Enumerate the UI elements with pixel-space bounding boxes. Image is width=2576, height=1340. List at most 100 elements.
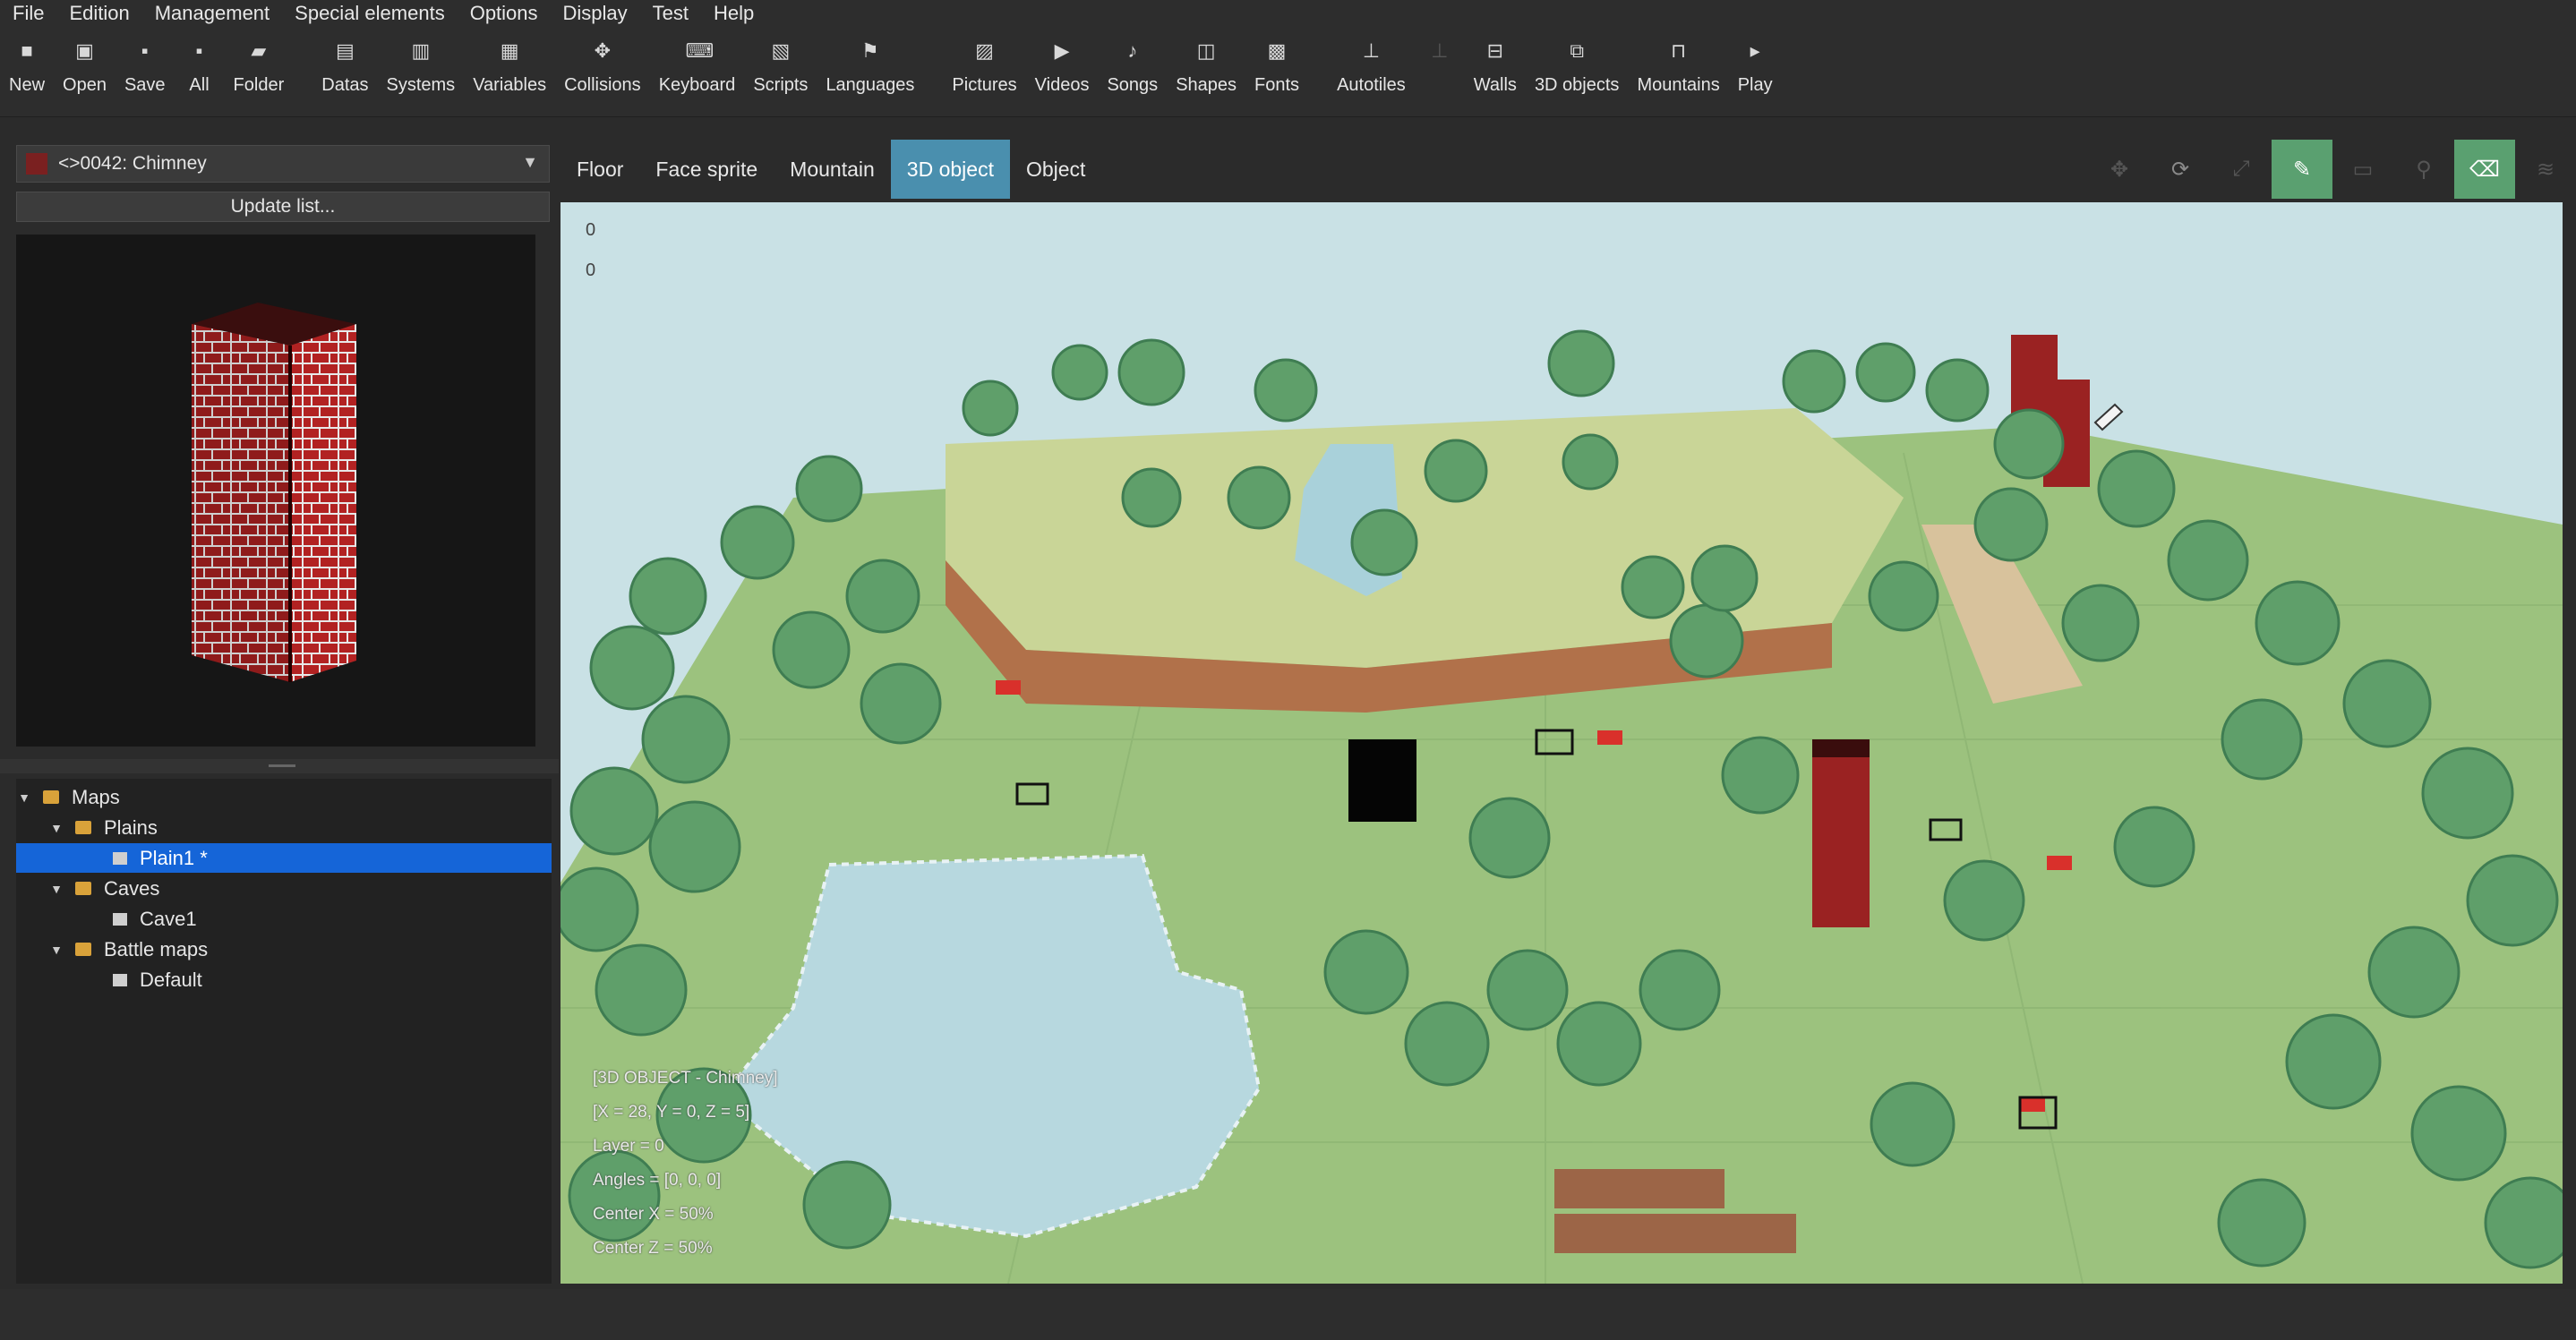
pencil-icon[interactable]: ✎ [2272,140,2332,199]
map-viewport[interactable]: 0 0 [3D OBJECT - Chimney] [X = 28, Y = 0,… [561,202,2563,1284]
all-button[interactable]: ▪ All [175,27,225,96]
toolbar-label: Open [63,75,107,95]
systems-button[interactable]: ▥ Systems [378,27,465,96]
toolbar-label: 3D objects [1534,75,1620,95]
editor-tool-icons: ✥ ⟳ ⤢ ✎ ▭ ⚲ ⌫ ≋ [2089,136,2576,202]
tree-folder[interactable]: ▼ Caves [16,874,552,903]
expand-toggle-icon[interactable]: ▼ [48,882,64,896]
walls-icon: ⊟ [1486,39,1504,62]
eraser-icon[interactable]: ⌫ [2454,140,2515,199]
autotiles-button[interactable]: ⊥ Autotiles [1328,27,1415,96]
update-list-button[interactable]: Update list... [16,192,550,222]
toolbar-label: Videos [1034,75,1090,95]
panel-splitter[interactable] [0,759,559,773]
folder-button[interactable]: ▰ Folder [225,27,294,96]
toolbar-label: Folder [233,75,285,95]
menu-edition[interactable]: Edition [56,2,141,25]
main-toolbar: ■ New ▣ Open ▪ Save ▪ All ▰ Folder ▤ Datas ▥ Systems ▦… [0,27,2576,117]
object-info-line: Center X = 50% [593,1205,714,1224]
chimney-swatch-icon [26,153,47,175]
toolbar-label: Pictures [952,75,1017,95]
open-project-icon: ▣ [75,39,94,62]
tree-label: Default [140,968,202,991]
play-button[interactable]: ▸ Play [1729,27,1782,96]
3d-objects-icon: ⧉ [1570,39,1585,62]
layers-icon[interactable]: ≋ [2515,140,2576,199]
folder-icon [75,882,91,895]
menu-file[interactable]: File [0,2,56,25]
expand-toggle-icon[interactable]: ▼ [48,943,64,957]
new-button[interactable]: ■ New [0,27,54,96]
menu-management[interactable]: Management [142,2,282,25]
expand-toggle-icon[interactable]: ▼ [16,790,32,805]
3d-objects-button[interactable]: ⧉ 3D objects [1526,27,1629,96]
pictures-button[interactable]: ▨ Pictures [943,27,1025,96]
tree-folder[interactable]: ▼ Plains [16,813,552,842]
tab-object[interactable]: Object [1010,140,1101,199]
object-info-overlay: [3D OBJECT - Chimney] [X = 28, Y = 0, Z =… [593,1062,778,1266]
variables-icon: ▦ [500,39,519,62]
toolbar-label: Languages [826,75,915,95]
toolbar-label: Autotiles [1337,75,1406,95]
tree-folder[interactable]: ▼ Maps [16,782,552,812]
axis-value: 0 [586,260,596,280]
rectangle-icon[interactable]: ▭ [2332,140,2393,199]
collisions-button[interactable]: ✥ Collisions [555,27,650,96]
object-info-line: [3D OBJECT - Chimney] [593,1069,778,1088]
fonts-button[interactable]: ▩ Fonts [1245,27,1308,96]
menu-help[interactable]: Help [701,2,766,25]
toolbar-label: Scripts [753,75,809,95]
scripts-button[interactable]: ▧ Scripts [744,27,817,96]
pin-icon[interactable]: ⚲ [2393,140,2454,199]
tab-face-sprite[interactable]: Face sprite [639,140,774,199]
axis-indicator: 0 0 [586,220,595,301]
tab-floor[interactable]: Floor [561,140,639,199]
map-scene [561,329,2563,1284]
datas-button[interactable]: ▤ Datas [312,27,377,96]
selected-object-label: <>0042: Chimney [58,153,207,174]
expand-toggle-icon[interactable]: ▼ [48,821,64,835]
menu-test[interactable]: Test [640,2,701,25]
status-bar [0,1289,2576,1340]
songs-button[interactable]: ♪ Songs [1098,27,1167,96]
shapes-button[interactable]: ◫ Shapes [1167,27,1245,96]
languages-button[interactable]: ⚑ Languages [817,27,923,96]
translate-icon[interactable]: ✥ [2089,140,2150,199]
tree-label: Plain1 * [140,846,208,869]
mountains-button[interactable]: ⊓ Mountains [1628,27,1728,96]
map-icon [113,851,127,865]
toolbar-label: Mountains [1637,75,1720,95]
tab-mountain[interactable]: Mountain [774,140,891,199]
save-button[interactable]: ▪ Save [116,27,175,96]
tree-label: Caves [104,876,160,900]
object-info-line: [X = 28, Y = 0, Z = 5] [593,1103,750,1122]
folder-icon [75,821,91,834]
tree-map-item[interactable]: Cave1 [16,904,552,934]
scripts-icon: ▧ [771,39,791,62]
rotate-icon[interactable]: ⟳ [2150,140,2211,199]
videos-button[interactable]: ▶ Videos [1026,27,1099,96]
chimney-preview-image [192,303,356,682]
menu-special-elements[interactable]: Special elements [282,2,458,25]
chevron-down-icon: ▼ [522,153,538,171]
open-button[interactable]: ▣ Open [54,27,116,96]
datas-icon: ▤ [335,39,355,62]
autotiles-icon: ⊥ [1362,39,1380,62]
scale-icon[interactable]: ⤢ [2211,140,2272,199]
map-editor-tabs: Floor Face sprite Mountain 3D object Object … [561,136,2576,202]
left-panel: <>0042: Chimney ▼ Update list... ▼ Maps … [0,136,559,1291]
tree-map-item[interactable]: Default [16,965,552,994]
toolbar-label: Fonts [1254,75,1300,95]
tree-folder[interactable]: ▼ Battle maps [16,935,552,964]
walls-button[interactable]: ⊟ Walls [1465,27,1526,96]
object-select-dropdown[interactable]: <>0042: Chimney ▼ [16,145,550,183]
menu-options[interactable]: Options [458,2,551,25]
tab-3d-object[interactable]: 3D object [890,140,1010,199]
menu-display[interactable]: Display [551,2,640,25]
videos-icon: ▶ [1054,39,1070,62]
tree-map-item[interactable]: Plain1 * [16,843,552,873]
variables-button[interactable]: ▦ Variables [464,27,555,96]
keyboard-button[interactable]: ⌨ Keyboard [650,27,745,96]
tree-label: Battle maps [104,937,209,960]
tree-label: Cave1 [140,907,197,930]
